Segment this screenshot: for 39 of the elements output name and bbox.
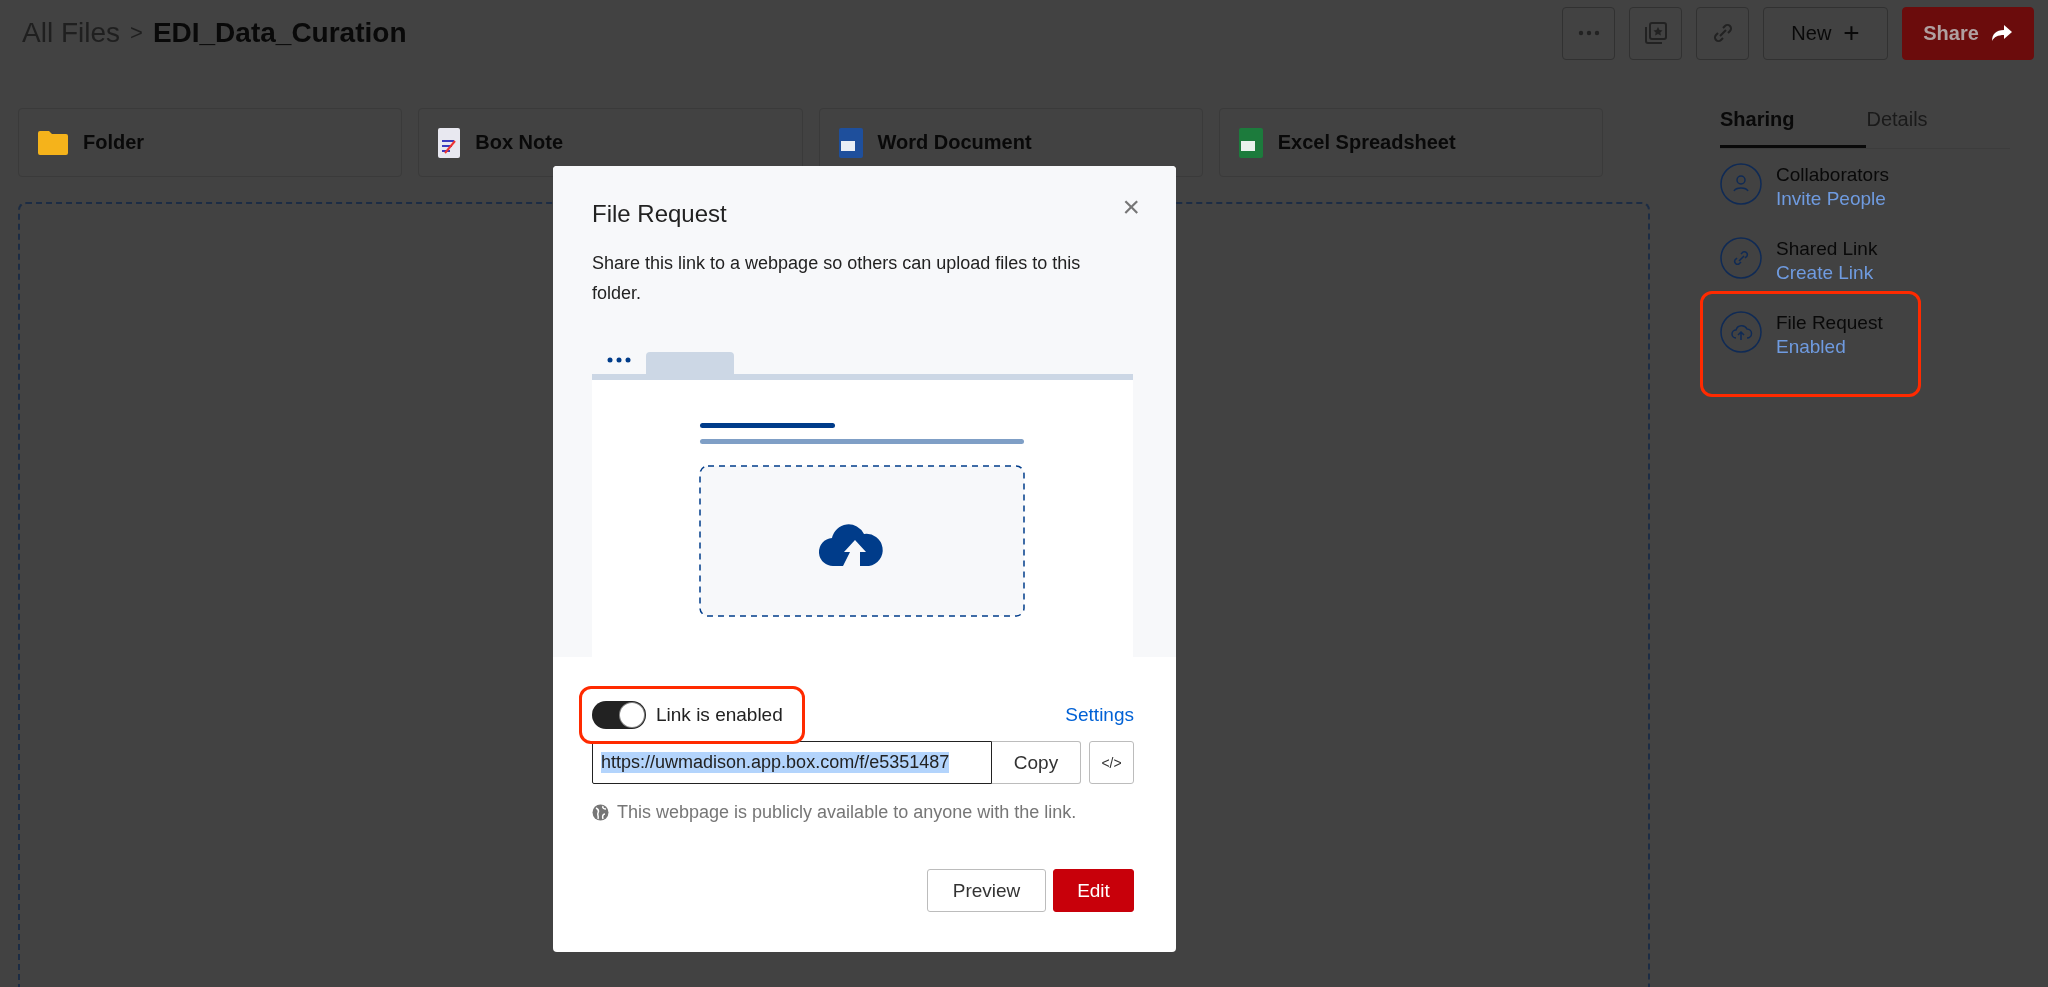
- folder-title: EDI_Data_Curation: [152, 17, 407, 49]
- note-icon: [437, 126, 462, 159]
- more-icon: [1577, 30, 1600, 36]
- dialog-description: Share this link to a webpage so others can upload files to this folder.: [592, 252, 1082, 305]
- star-collection-icon: [1643, 21, 1668, 45]
- copy-button[interactable]: Copy: [992, 741, 1081, 784]
- sharing-item-link[interactable]: Create Link: [1776, 262, 1874, 283]
- embed-code-button[interactable]: </>: [1089, 741, 1134, 784]
- close-button[interactable]: ×: [1116, 192, 1146, 222]
- preview-button[interactable]: Preview: [927, 869, 1046, 912]
- person-icon: [1720, 163, 1762, 205]
- sharing-item-title: Collaborators: [1776, 163, 1889, 187]
- folder-icon: [37, 129, 69, 156]
- edit-button[interactable]: Edit: [1053, 869, 1134, 912]
- new-item-tile[interactable]: Folder: [18, 108, 403, 177]
- new-item-tile[interactable]: Excel Spreadsheet: [1218, 108, 1603, 177]
- sidebar-tab[interactable]: Sharing: [1720, 108, 1867, 148]
- spreadsheet-icon: [1237, 126, 1264, 159]
- link-toggle[interactable]: [592, 701, 646, 729]
- more-options-button[interactable]: [1562, 6, 1615, 60]
- share-button[interactable]: Share: [1902, 6, 2034, 60]
- globe-icon: [592, 804, 609, 821]
- new-button[interactable]: New +: [1763, 6, 1888, 60]
- link-button[interactable]: [1696, 6, 1749, 60]
- dialog-title: File Request: [592, 200, 727, 228]
- public-notice: This webpage is publicly available to anyone with the link.: [617, 802, 1077, 823]
- sharing-item-link[interactable]: Enabled: [1776, 336, 1846, 357]
- breadcrumb-separator: >: [130, 20, 143, 46]
- sharing-item-title: Shared Link: [1776, 237, 1878, 261]
- sharing-item-title: File Request: [1776, 311, 1883, 335]
- settings-link[interactable]: Settings: [1065, 704, 1134, 726]
- share-arrow-icon: [1990, 24, 2013, 42]
- url-field[interactable]: https://uwmadison.app.box.com/f/e5351487: [592, 741, 992, 784]
- toggle-label: Link is enabled: [656, 704, 783, 726]
- document-icon: [837, 126, 864, 159]
- link-icon: [1720, 237, 1762, 279]
- sharing-item-link[interactable]: Invite People: [1776, 188, 1886, 209]
- cloud-upload-icon: [1720, 311, 1762, 353]
- collections-button[interactable]: [1629, 6, 1682, 60]
